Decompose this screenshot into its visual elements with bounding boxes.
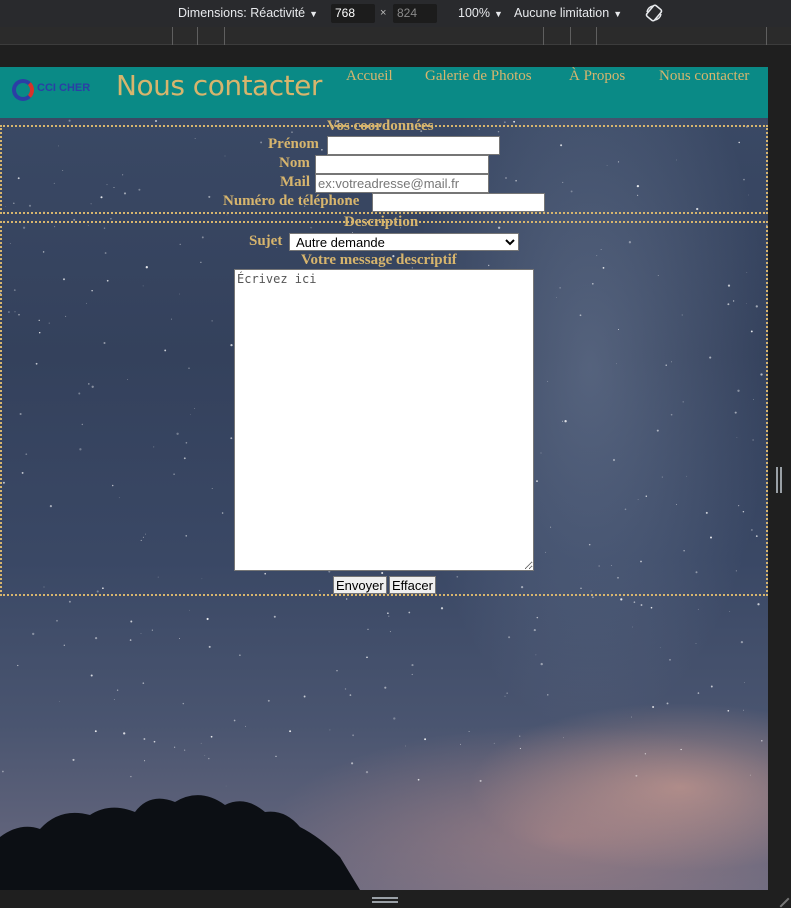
message-textarea[interactable]	[234, 269, 534, 571]
prenom-input[interactable]	[327, 136, 500, 155]
page-title: Nous contacter	[116, 69, 322, 102]
dimensions-dropdown[interactable]: Dimensions: Réactivité ▼	[178, 6, 318, 20]
site-navbar: CCI CHER Nous contacter Accueil Galerie …	[0, 67, 768, 118]
logo-text: CCI CHER	[37, 82, 91, 94]
coordinates-legend: Vos coordonnées	[327, 118, 434, 134]
phone-label: Numéro de téléphone	[223, 193, 360, 209]
caret-down-icon: ▼	[309, 9, 319, 19]
zoom-dropdown[interactable]: 100% ▼	[458, 6, 503, 20]
nom-input[interactable]	[315, 155, 489, 174]
caret-down-icon: ▼	[613, 9, 623, 19]
height-input[interactable]: 824	[393, 4, 437, 23]
page-viewport: CCI CHER Nous contacter Accueil Galerie …	[0, 67, 768, 890]
corner-resize-icon[interactable]	[772, 890, 790, 908]
submit-button[interactable]: Envoyer	[333, 576, 387, 594]
zoom-label: 100%	[458, 6, 490, 20]
media-query-ruler	[0, 27, 791, 45]
nav-link-contact[interactable]: Nous contacter	[659, 68, 749, 85]
mail-label: Mail	[280, 174, 310, 190]
subject-select[interactable]: Autre demande	[289, 233, 519, 251]
nav-link-galerie[interactable]: Galerie de Photos	[425, 68, 532, 85]
rotate-icon[interactable]	[644, 3, 664, 23]
throttle-dropdown[interactable]: Aucune limitation ▼	[514, 6, 622, 20]
cci-logo[interactable]: CCI CHER	[12, 77, 92, 103]
bottom-resize-handle[interactable]	[0, 890, 791, 908]
cci-logo-icon	[12, 79, 34, 101]
caret-down-icon: ▼	[493, 9, 503, 19]
reset-button[interactable]: Effacer	[389, 576, 436, 594]
throttle-label: Aucune limitation	[514, 6, 610, 20]
nav-link-apropos[interactable]: À Propos	[569, 68, 625, 85]
width-input[interactable]: 768	[331, 4, 375, 23]
right-resize-handle[interactable]	[768, 67, 791, 890]
description-legend: Description	[344, 214, 419, 230]
nav-link-accueil[interactable]: Accueil	[346, 68, 393, 85]
horizontal-grip-icon	[372, 897, 398, 903]
prenom-label: Prénom	[268, 136, 319, 152]
subject-label: Sujet	[249, 233, 283, 249]
message-label: Votre message descriptif	[301, 252, 457, 268]
dimensions-label: Dimensions: Réactivité	[178, 6, 306, 20]
phone-input[interactable]	[372, 193, 545, 212]
mail-input[interactable]	[315, 174, 489, 193]
vertical-grip-icon	[776, 467, 782, 493]
nom-label: Nom	[279, 155, 310, 171]
times-sign: ×	[380, 7, 387, 19]
devtools-toolbar: Dimensions: Réactivité ▼ 768 × 824 100% ▼ …	[0, 0, 791, 27]
ruler-spacer	[0, 45, 791, 67]
